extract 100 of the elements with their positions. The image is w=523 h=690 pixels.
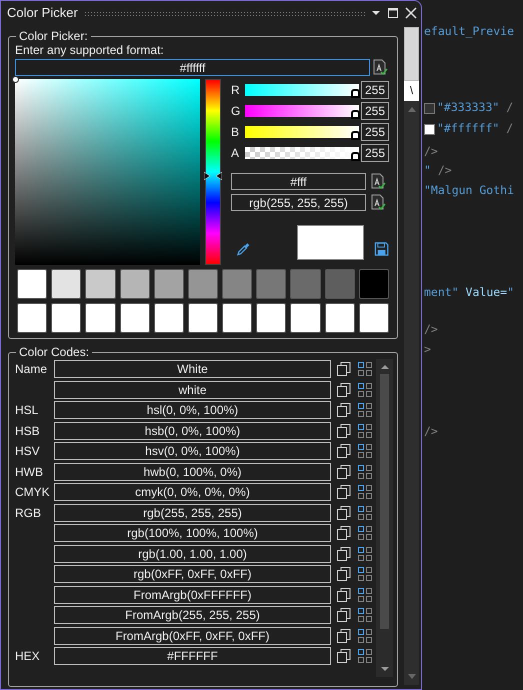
color-swatch[interactable] [120, 303, 150, 333]
code-value-field[interactable]: rgb(255, 255, 255) [54, 504, 331, 522]
copy-icon[interactable] [336, 546, 352, 562]
format-check-icon[interactable] [372, 59, 388, 76]
color-swatch[interactable] [51, 303, 82, 333]
codes-scrollbar[interactable] [376, 359, 393, 677]
hue-thumb-icon[interactable] [204, 170, 222, 181]
scroll-up-icon[interactable] [408, 106, 416, 113]
channel-slider[interactable] [245, 147, 359, 159]
channel-value-field[interactable]: 255 [361, 102, 389, 120]
grid-icon[interactable] [357, 648, 373, 664]
format-check-icon[interactable] [370, 194, 386, 211]
color-swatch[interactable] [358, 303, 389, 333]
copy-icon[interactable] [336, 504, 352, 521]
scroll-down-icon[interactable] [408, 673, 416, 680]
color-swatch[interactable] [188, 269, 218, 299]
color-swatch[interactable] [222, 303, 252, 333]
grid-icon[interactable] [357, 402, 373, 418]
format-check-icon[interactable] [370, 173, 386, 190]
code-value-field[interactable]: hsb(0, 0%, 100%) [54, 422, 331, 440]
code-value-field[interactable]: hsv(0, 0%, 100%) [54, 442, 331, 460]
copy-icon[interactable] [336, 525, 352, 542]
copy-icon[interactable] [336, 422, 352, 439]
slider-thumb[interactable] [351, 110, 360, 119]
copy-icon[interactable] [336, 361, 352, 378]
color-swatch[interactable] [256, 269, 286, 299]
copy-icon[interactable] [336, 648, 352, 664]
grid-icon[interactable] [357, 484, 373, 500]
save-icon[interactable] [374, 241, 389, 257]
scroll-up-icon[interactable] [380, 363, 390, 371]
color-swatch[interactable] [17, 269, 48, 299]
color-swatch[interactable] [154, 303, 184, 333]
code-value-field[interactable]: white [54, 380, 331, 399]
color-swatch[interactable] [51, 269, 82, 299]
channel-slider[interactable] [245, 126, 359, 138]
slider-thumb[interactable] [351, 89, 360, 98]
copy-icon[interactable] [336, 566, 352, 582]
channel-slider[interactable] [245, 105, 359, 117]
hue-slider[interactable] [205, 79, 221, 265]
grid-icon[interactable] [357, 607, 373, 624]
code-value-field[interactable]: White [54, 360, 331, 378]
copy-icon[interactable] [336, 382, 352, 398]
grid-icon[interactable] [357, 464, 373, 480]
color-swatch[interactable] [85, 269, 116, 299]
panel-scrollbar[interactable] [404, 101, 419, 685]
color-swatch[interactable] [324, 303, 355, 333]
drag-grip[interactable] [84, 10, 365, 16]
color-swatch[interactable] [256, 303, 286, 333]
slider-thumb[interactable] [351, 131, 360, 140]
side-tab[interactable]: \ [404, 81, 419, 101]
color-swatch[interactable] [120, 269, 150, 299]
code-value-field[interactable]: rgb(1.00, 1.00, 1.00) [54, 544, 331, 563]
scroll-down-icon[interactable] [380, 665, 390, 673]
grid-icon[interactable] [357, 566, 373, 582]
code-value-field[interactable]: rgb(0xFF, 0xFF, 0xFF) [54, 565, 331, 584]
code-value-field[interactable]: FromArgb(255, 255, 255) [54, 606, 331, 624]
color-swatch[interactable] [17, 303, 48, 333]
code-value-field[interactable]: FromArgb(0xFFFFFF) [54, 586, 331, 604]
channel-value-field[interactable]: 255 [361, 144, 389, 162]
scroll-thumb[interactable] [380, 374, 389, 629]
color-swatch[interactable] [290, 269, 321, 299]
copy-icon[interactable] [336, 402, 352, 418]
grid-icon[interactable] [357, 361, 373, 378]
color-swatch[interactable] [222, 269, 252, 299]
grid-icon[interactable] [357, 586, 373, 603]
rgb-field[interactable]: rgb(255, 255, 255) [231, 194, 366, 211]
short-hex-field[interactable]: #fff [231, 173, 366, 190]
color-swatch[interactable] [324, 269, 355, 299]
picker-handle[interactable] [12, 76, 19, 83]
grid-icon[interactable] [357, 525, 373, 542]
dropdown-icon[interactable] [371, 9, 381, 17]
grid-icon[interactable] [357, 546, 373, 562]
copy-icon[interactable] [336, 607, 352, 624]
copy-icon[interactable] [336, 484, 352, 500]
color-input-field[interactable]: #ffffff [15, 59, 370, 76]
grid-icon[interactable] [357, 422, 373, 439]
code-value-field[interactable]: cmyk(0, 0%, 0%, 0%) [54, 483, 331, 502]
color-swatch[interactable] [85, 303, 116, 333]
scroll-thumb[interactable] [404, 27, 419, 81]
maximize-icon[interactable] [387, 7, 399, 19]
copy-icon[interactable] [336, 464, 352, 480]
code-value-field[interactable]: rgb(100%, 100%, 100%) [54, 524, 331, 542]
color-swatch[interactable] [188, 303, 218, 333]
color-swatch[interactable] [358, 269, 389, 299]
channel-value-field[interactable]: 255 [361, 123, 389, 141]
copy-icon[interactable] [336, 628, 352, 644]
grid-icon[interactable] [357, 628, 373, 644]
copy-icon[interactable] [336, 443, 352, 460]
copy-icon[interactable] [336, 586, 352, 603]
color-swatch[interactable] [154, 269, 184, 299]
code-value-field[interactable]: FromArgb(0xFF, 0xFF, 0xFF) [54, 626, 331, 645]
code-value-field[interactable]: hwb(0, 100%, 0%) [54, 462, 331, 481]
slider-thumb[interactable] [351, 152, 360, 161]
channel-slider[interactable] [245, 84, 359, 96]
grid-icon[interactable] [357, 382, 373, 398]
grid-icon[interactable] [357, 504, 373, 521]
channel-value-field[interactable]: 255 [361, 81, 389, 99]
code-value-field[interactable]: hsl(0, 0%, 100%) [54, 401, 331, 420]
eyedropper-icon[interactable] [236, 241, 252, 257]
code-value-field[interactable]: #FFFFFF [54, 647, 331, 666]
